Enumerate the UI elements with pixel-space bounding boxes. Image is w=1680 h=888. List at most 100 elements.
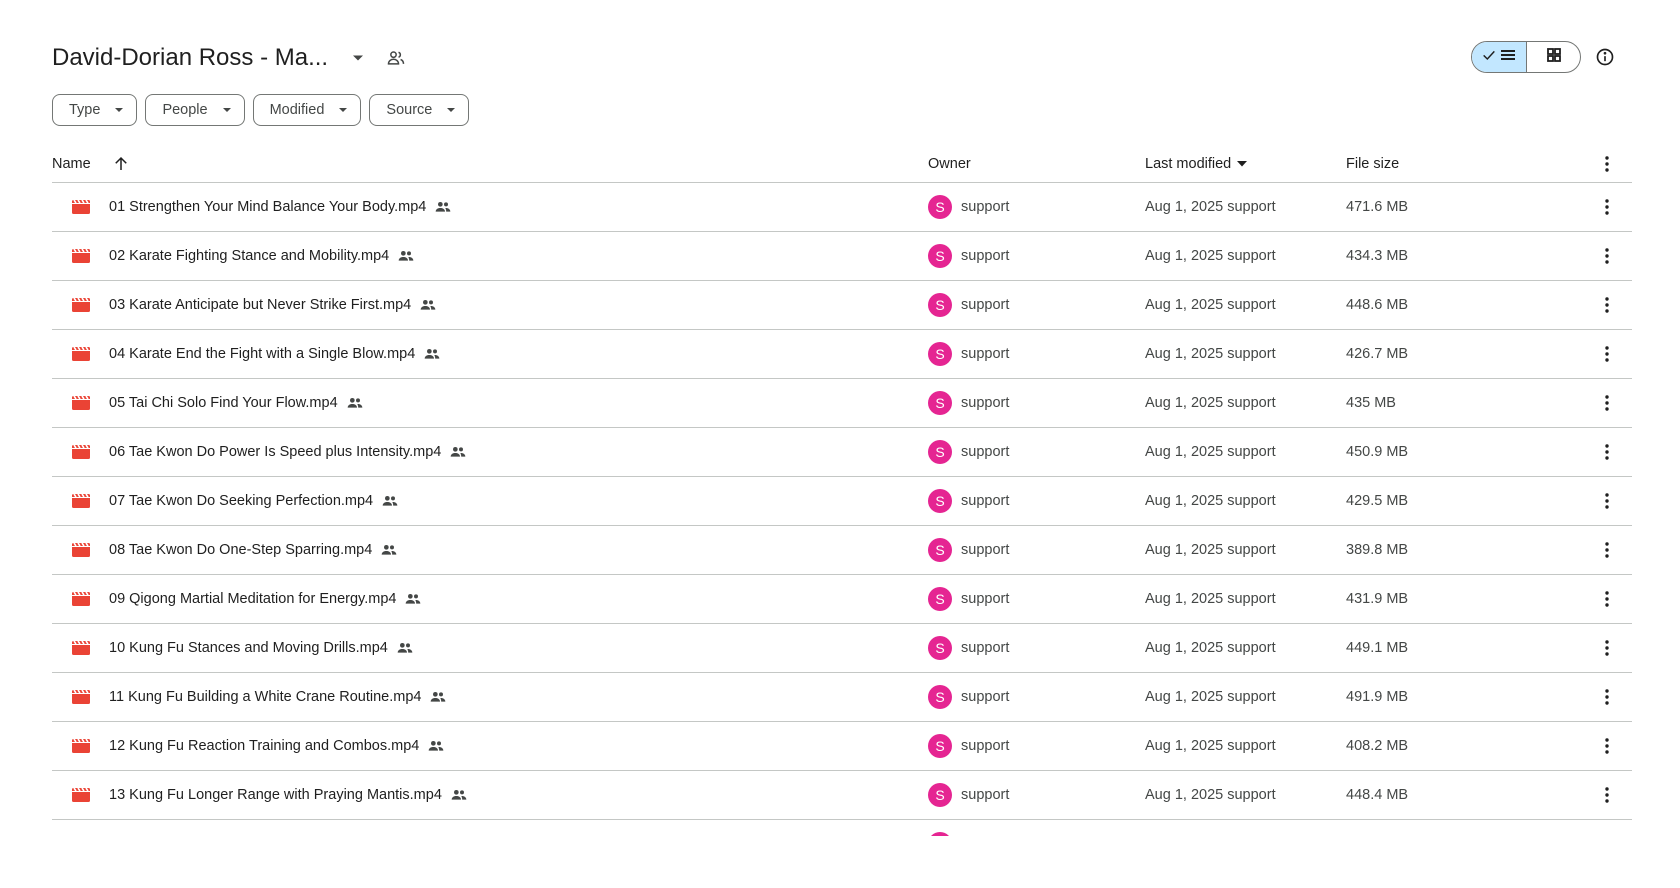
file-name-text: 02 Karate Fighting Stance and Mobility.m… xyxy=(109,248,390,264)
owner-name: support xyxy=(961,542,1010,558)
list-view-button[interactable] xyxy=(1472,42,1527,72)
file-row[interactable]: 04 Karate End the Fight with a Single Bl… xyxy=(52,330,1632,379)
owner-name: support xyxy=(961,640,1010,656)
more-vert-icon[interactable] xyxy=(1597,281,1617,329)
filter-label: Modified xyxy=(269,102,325,118)
info-icon[interactable] xyxy=(1592,44,1618,70)
column-header-owner[interactable]: Owner xyxy=(928,146,971,182)
file-name[interactable]: 10 Kung Fu Stances and Moving Drills.mp4 xyxy=(109,624,413,672)
more-vert-icon[interactable] xyxy=(1597,146,1617,182)
chevron-down-icon xyxy=(114,107,124,113)
avatar: S xyxy=(928,244,952,268)
arrow-up-icon[interactable] xyxy=(112,146,130,182)
file-name[interactable]: 04 Karate End the Fight with a Single Bl… xyxy=(109,330,440,378)
file-row[interactable]: 13 Kung Fu Longer Range with Praying Man… xyxy=(52,771,1632,820)
video-file-icon xyxy=(72,771,90,819)
file-name[interactable]: 13 Kung Fu Longer Range with Praying Man… xyxy=(109,771,467,819)
shared-people-icon xyxy=(451,789,467,801)
more-vert-icon[interactable] xyxy=(1597,379,1617,427)
file-name[interactable]: 08 Tae Kwon Do One-Step Sparring.mp4 xyxy=(109,526,397,574)
file-row[interactable]: 10 Kung Fu Stances and Moving Drills.mp4… xyxy=(52,624,1632,673)
column-header-last-modified[interactable]: Last modified xyxy=(1145,146,1248,182)
avatar: S xyxy=(928,538,952,562)
avatar: S xyxy=(928,293,952,317)
file-row[interactable]: 05 Tai Chi Solo Find Your Flow.mp4 S sup… xyxy=(52,379,1632,428)
video-file-icon xyxy=(72,232,90,280)
file-row[interactable]: 12 Kung Fu Reaction Training and Combos.… xyxy=(52,722,1632,771)
last-modified: Aug 1, 2025 support xyxy=(1145,395,1276,411)
file-row[interactable]: 09 Qigong Martial Meditation for Energy.… xyxy=(52,575,1632,624)
shared-people-icon xyxy=(430,691,446,703)
file-row[interactable]: 14 Tai Chi Partnered From Connect to Mer… xyxy=(52,820,1632,836)
file-name[interactable]: 05 Tai Chi Solo Find Your Flow.mp4 xyxy=(109,379,363,427)
column-header-name[interactable]: Name xyxy=(52,146,91,182)
more-vert-icon[interactable] xyxy=(1597,428,1617,476)
avatar: S xyxy=(928,440,952,464)
owner-cell: S support xyxy=(928,575,1009,623)
more-vert-icon[interactable] xyxy=(1597,771,1617,819)
file-row[interactable]: 01 Strengthen Your Mind Balance Your Bod… xyxy=(52,183,1632,232)
more-vert-icon[interactable] xyxy=(1597,330,1617,378)
owner-cell: S support xyxy=(928,526,1009,574)
owner-cell: S support xyxy=(928,330,1009,378)
filter-type[interactable]: Type xyxy=(52,94,138,126)
file-row[interactable]: 11 Kung Fu Building a White Crane Routin… xyxy=(52,673,1632,722)
shared-people-icon xyxy=(405,593,421,605)
video-file-icon xyxy=(72,722,90,770)
file-size: 431.9 MB xyxy=(1346,591,1409,607)
file-row[interactable]: 07 Tae Kwon Do Seeking Perfection.mp4 S … xyxy=(52,477,1632,526)
filter-people[interactable]: People xyxy=(145,94,245,126)
folder-title[interactable]: David-Dorian Ross - Ma... xyxy=(52,44,328,72)
column-header-file-size[interactable]: File size xyxy=(1346,146,1399,182)
file-list: Name Owner Last modified File size 01 St… xyxy=(52,146,1632,836)
video-file-icon xyxy=(72,477,90,525)
file-row[interactable]: 08 Tae Kwon Do One-Step Sparring.mp4 S s… xyxy=(52,526,1632,575)
owner-name: support xyxy=(961,738,1010,754)
more-vert-icon[interactable] xyxy=(1597,232,1617,280)
owner-cell: S support xyxy=(928,477,1009,525)
video-file-icon xyxy=(72,428,90,476)
owner-cell: S support xyxy=(928,771,1009,819)
file-row[interactable]: 02 Karate Fighting Stance and Mobility.m… xyxy=(52,232,1632,281)
file-size: 449.1 MB xyxy=(1346,640,1409,656)
file-name[interactable]: 06 Tae Kwon Do Power Is Speed plus Inten… xyxy=(109,428,466,476)
more-vert-icon[interactable] xyxy=(1597,624,1617,672)
file-name[interactable]: 03 Karate Anticipate but Never Strike Fi… xyxy=(109,281,436,329)
file-name[interactable]: 01 Strengthen Your Mind Balance Your Bod… xyxy=(109,183,451,231)
more-vert-icon[interactable] xyxy=(1597,477,1617,525)
more-vert-icon[interactable] xyxy=(1597,820,1617,836)
file-name[interactable]: 07 Tae Kwon Do Seeking Perfection.mp4 xyxy=(109,477,398,525)
file-name[interactable]: 11 Kung Fu Building a White Crane Routin… xyxy=(109,673,446,721)
last-modified: Aug 1, 2025 support xyxy=(1145,444,1276,460)
more-vert-icon[interactable] xyxy=(1597,526,1617,574)
owner-name: support xyxy=(961,689,1010,705)
file-row[interactable]: 06 Tae Kwon Do Power Is Speed plus Inten… xyxy=(52,428,1632,477)
filter-modified[interactable]: Modified xyxy=(252,94,362,126)
video-file-icon xyxy=(72,624,90,672)
file-size: 434.3 MB xyxy=(1346,248,1409,264)
folder-header: David-Dorian Ross - Ma... xyxy=(52,36,408,80)
file-name[interactable]: 09 Qigong Martial Meditation for Energy.… xyxy=(109,575,421,623)
file-name[interactable]: 14 Tai Chi Partnered From Connect to Mer… xyxy=(109,820,455,836)
file-name-text: 12 Kung Fu Reaction Training and Combos.… xyxy=(109,738,420,754)
file-row[interactable]: 03 Karate Anticipate but Never Strike Fi… xyxy=(52,281,1632,330)
avatar: S xyxy=(928,734,952,758)
owner-name: support xyxy=(961,493,1010,509)
chevron-down-icon[interactable] xyxy=(346,46,370,70)
grid-view-button[interactable] xyxy=(1527,42,1580,72)
more-vert-icon[interactable] xyxy=(1597,722,1617,770)
more-vert-icon[interactable] xyxy=(1597,575,1617,623)
filter-source[interactable]: Source xyxy=(369,94,470,126)
filter-label: Source xyxy=(386,102,433,118)
more-vert-icon[interactable] xyxy=(1597,183,1617,231)
more-vert-icon[interactable] xyxy=(1597,673,1617,721)
owner-cell: S support xyxy=(928,379,1009,427)
file-name[interactable]: 02 Karate Fighting Stance and Mobility.m… xyxy=(109,232,414,280)
owner-name: support xyxy=(961,591,1010,607)
file-name-text: 10 Kung Fu Stances and Moving Drills.mp4 xyxy=(109,640,388,656)
file-name[interactable]: 12 Kung Fu Reaction Training and Combos.… xyxy=(109,722,444,770)
video-file-icon xyxy=(72,575,90,623)
owner-cell: S support xyxy=(928,232,1009,280)
owner-name: support xyxy=(961,444,1010,460)
shared-people-icon[interactable] xyxy=(384,46,408,70)
